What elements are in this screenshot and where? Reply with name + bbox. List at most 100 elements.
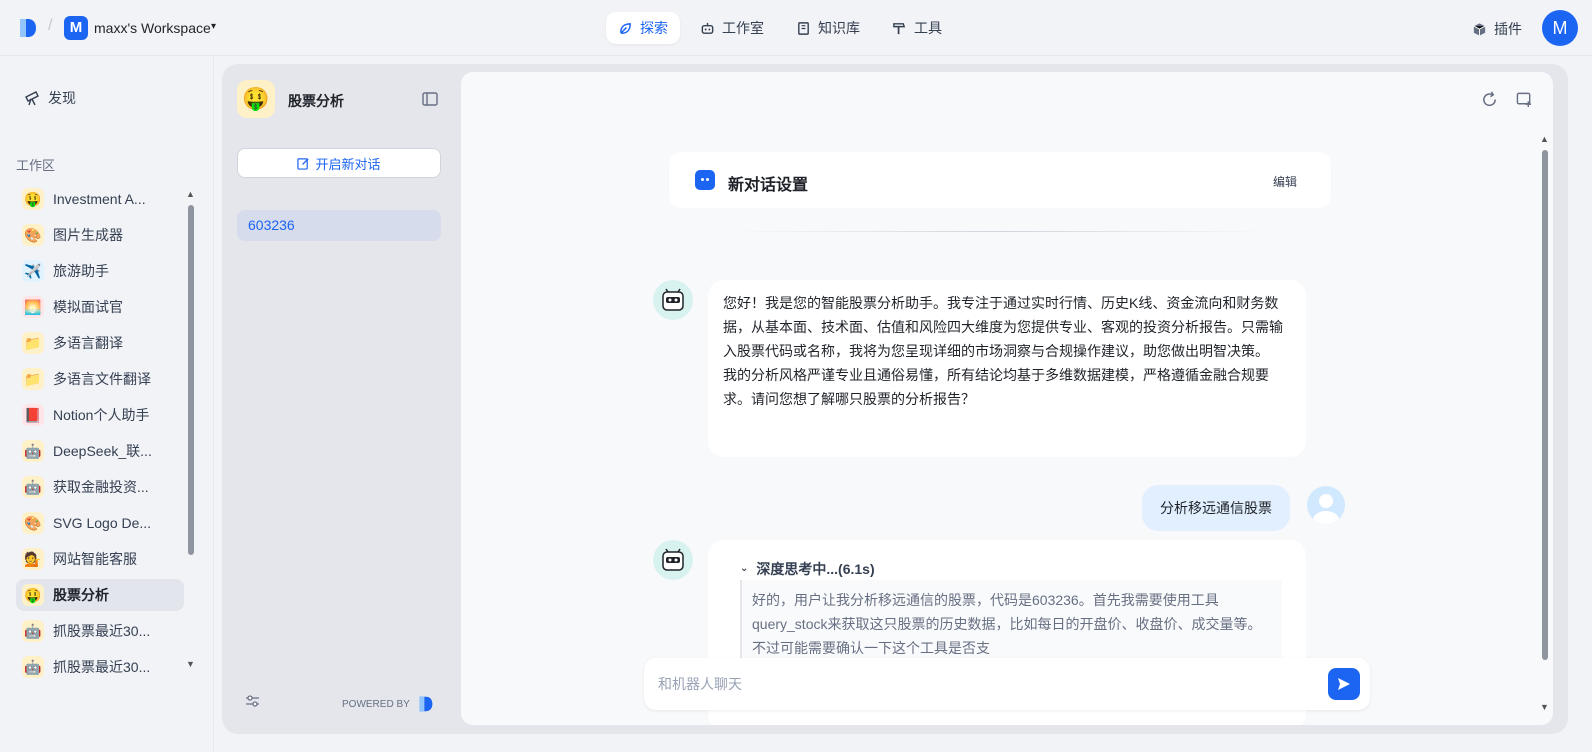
bot-badge-icon [695,170,715,190]
app-item-label: 多语言文件翻译 [53,371,151,387]
hammer-icon [893,22,906,34]
red-book-icon: 📕 [22,404,44,426]
powered-by-label: POWERED BY [342,698,410,710]
new-chat-settings-card: 新对话设置 编辑 [669,152,1331,208]
palette-icon: 🎨 [22,224,44,246]
nav-explore[interactable]: 探索 [606,12,680,44]
money-face-icon: 🤑 [22,584,44,606]
new-conversation-icon[interactable] [1516,91,1533,108]
money-face-icon: 🤑 [237,80,275,118]
nav-knowledge[interactable]: 知识库 [784,12,872,44]
nav-studio[interactable]: 工作室 [688,12,776,44]
thinking-content: 好的，用户让我分析移远通信的股票，代码是603236。首先我需要使用工具quer… [740,580,1282,660]
workspace-section-label: 工作区 [16,158,56,173]
new-chat-label: 开启新对话 [315,156,381,172]
app-item[interactable]: ✈️ 旅游助手 [16,255,184,287]
app-title: 股票分析 [288,93,344,109]
app-item[interactable]: 🤖 抓股票最近30... [16,615,184,647]
app-item[interactable]: 📁 多语言文件翻译 [16,363,184,395]
refresh-icon[interactable] [1481,91,1498,108]
folder-icon: 📁 [22,332,44,354]
plugins-label: 插件 [1494,21,1522,37]
chat-scrollbar[interactable]: ▲ ▼ [1540,134,1550,714]
scroll-down-arrow-icon[interactable]: ▼ [186,659,195,669]
app-item[interactable]: 🤖 抓股票最近30... [16,651,184,683]
workspace-avatar[interactable]: M [64,16,88,40]
app-item-label: 模拟面试官 [53,299,123,315]
chevron-down-icon[interactable]: ▾ [211,21,216,32]
airplane-icon: ✈️ [22,260,44,282]
app-item[interactable]: 💁 网站智能客服 [16,543,184,575]
app-item-label: 图片生成器 [53,227,123,243]
nav-studio-label: 工作室 [722,20,764,36]
divider [731,231,1271,232]
app-item[interactable]: 🤖 DeepSeek_联... [16,435,184,467]
scroll-up-arrow-icon[interactable]: ▲ [186,189,195,199]
thinking-toggle[interactable]: ⌄ 深度思考中...(6.1s) [740,557,875,581]
settings-edit-button[interactable]: 编辑 [1273,173,1297,190]
discover-link[interactable]: 发现 [24,88,76,108]
app-item-active[interactable]: 🤑 股票分析 [16,579,184,611]
workspace-name[interactable]: maxx's Workspace [94,20,211,36]
compass-icon [620,22,631,34]
sidebar-scrollbar[interactable]: ▲ ▼ [186,189,196,673]
send-button[interactable] [1328,668,1360,700]
app-item[interactable]: 🎨 图片生成器 [16,219,184,251]
conversation-item[interactable]: 603236 [237,210,441,241]
app-item-label: Investment A... [53,191,146,207]
app-item-label: 股票分析 [53,587,109,603]
robot-face-icon: 🤖 [22,656,44,678]
app-item-label: DeepSeek_联... [53,443,152,459]
app-item[interactable]: 📁 多语言翻译 [16,327,184,359]
scroll-down-arrow-icon[interactable]: ▼ [1540,702,1549,712]
robot-face-icon: 🤖 [22,440,44,462]
plugins-button[interactable]: 插件 [1472,19,1522,39]
app-item[interactable]: 🎨 SVG Logo De... [16,507,184,539]
dify-logo-icon[interactable] [18,17,38,39]
bot-message-paragraph: 您好！我是您的智能股票分析助手。我专注于通过实时行情、历史K线、资金流向和财务数… [723,295,1283,359]
robot-icon [701,22,714,34]
folder-icon: 📁 [22,368,44,390]
edit-icon [297,157,310,170]
app-list: 🤑 Investment A... 🎨 图片生成器 ✈️ 旅游助手 🌅 模拟面试官 📁 多… [16,183,184,687]
chat-input[interactable] [658,672,1298,696]
sunrise-icon: 🌅 [22,296,44,318]
robot-face-icon: 🤖 [22,476,44,498]
scroll-thumb[interactable] [188,205,194,555]
user-avatar-icon [1307,486,1345,524]
app-item-label: 获取金融投资... [53,479,149,495]
app-item[interactable]: 🤑 Investment A... [16,183,184,215]
new-chat-button[interactable]: 开启新对话 [237,148,441,178]
app-item-label: 多语言翻译 [53,335,123,351]
app-item-label: 抓股票最近30... [53,623,151,639]
nav-tools[interactable]: 工具 [880,12,954,44]
send-icon [1338,678,1350,690]
thinking-label: 深度思考中...(6.1s) [756,561,875,577]
robot-face-icon [662,288,684,311]
top-bar: / M maxx's Workspace ▾ 探索 工作室 知识库 工具 插件 … [0,0,1592,56]
bot-avatar [653,540,693,580]
user-avatar[interactable]: M [1542,10,1578,46]
nav-explore-label: 探索 [640,20,668,36]
scroll-up-arrow-icon[interactable]: ▲ [1540,134,1549,144]
sliders-icon[interactable] [245,694,260,708]
dify-logo-icon [419,696,433,712]
app-item[interactable]: 🌅 模拟面试官 [16,291,184,323]
robot-face-icon [662,548,684,571]
palette-icon: 🎨 [22,512,44,534]
discover-label: 发现 [48,90,76,106]
left-sidebar: 发现 工作区 🤑 Investment A... 🎨 图片生成器 ✈️ 旅游助手 🌅 模… [0,56,214,752]
app-item-label: SVG Logo De... [53,515,152,531]
bot-message: 您好！我是您的智能股票分析助手。我专注于通过实时行情、历史K线、资金流向和财务数… [708,280,1306,457]
bot-message-paragraph: 我的分析风格严谨专业且通俗易懂，所有结论均基于多维数据建模，严格遵循金融合规要求… [723,367,1269,407]
bot-avatar [653,280,693,320]
app-item[interactable]: 🤖 获取金融投资... [16,471,184,503]
app-item-label: 抓股票最近30... [53,659,151,675]
sidebar-collapse-icon[interactable] [422,92,438,106]
scroll-thumb[interactable] [1542,150,1548,660]
telescope-icon [25,91,39,106]
service-person-icon: 💁 [22,548,44,570]
chat-area: 新对话设置 编辑 您好！我是您的智能股票分析助手。我专注于通过实时行情、历史K线… [461,72,1553,725]
breadcrumb-separator: / [48,17,53,34]
app-item[interactable]: 📕 Notion个人助手 [16,399,184,431]
